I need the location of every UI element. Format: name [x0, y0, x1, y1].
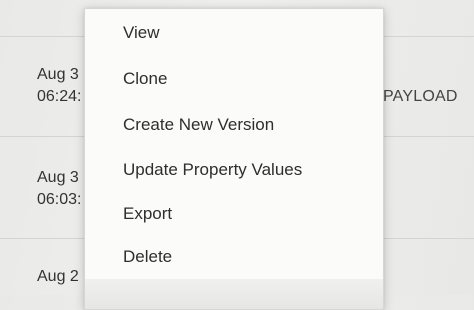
menu-item-label: View	[123, 23, 160, 42]
table-row-timestamp: Aug 3 06:24:	[37, 64, 81, 108]
table-row-timestamp: Aug 3 06:03:	[37, 167, 81, 211]
context-menu: View Clone Create New Version Update Pro…	[84, 8, 384, 310]
menu-item-partially-visible[interactable]	[85, 279, 383, 309]
menu-item-export[interactable]: Export	[85, 195, 383, 235]
menu-item-create-new-version[interactable]: Create New Version	[85, 106, 383, 146]
menu-item-label: Delete	[123, 247, 173, 266]
menu-item-label: Create New Version	[123, 115, 275, 134]
row-date: Aug 3	[37, 66, 79, 83]
row-date: Aug 3	[37, 169, 79, 186]
menu-item-delete[interactable]: Delete	[85, 238, 383, 278]
menu-item-label: Clone	[123, 69, 168, 88]
table-row-timestamp: Aug 2	[37, 266, 79, 288]
menu-item-label: Export	[123, 204, 173, 223]
row-date: Aug 2	[37, 268, 79, 285]
menu-item-update-property-values[interactable]: Update Property Values	[85, 151, 383, 191]
row-type-value: PAYLOAD	[383, 88, 458, 105]
menu-item-label: Update Property Values	[123, 160, 303, 179]
row-time: 06:24:	[37, 88, 82, 105]
menu-item-clone[interactable]: Clone	[85, 60, 383, 100]
row-time: 06:03:	[37, 191, 82, 208]
menu-item-view[interactable]: View	[85, 14, 383, 54]
